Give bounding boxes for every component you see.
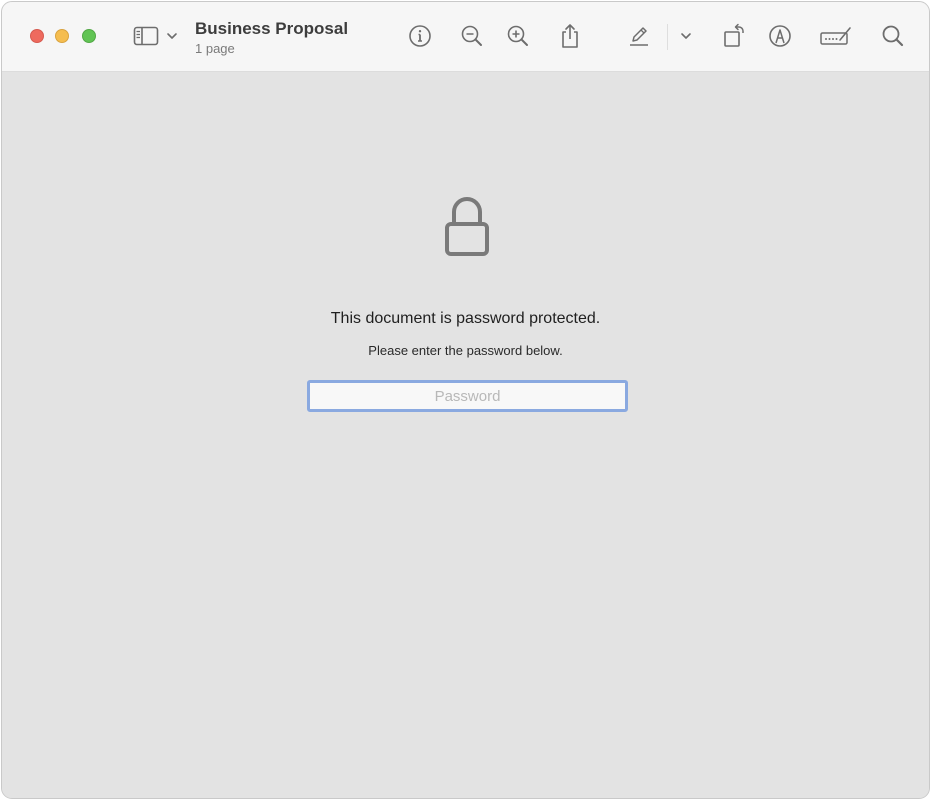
highlight-button[interactable]	[625, 22, 653, 50]
share-icon	[562, 24, 578, 48]
rotate-icon	[724, 23, 744, 47]
info-icon	[409, 25, 431, 47]
highlight-menu-button[interactable]	[674, 22, 698, 50]
password-instruction: Please enter the password below.	[368, 343, 563, 358]
markup-button[interactable]	[766, 22, 794, 50]
password-field[interactable]	[307, 380, 628, 412]
chevron-down-icon	[681, 33, 691, 39]
toolbar: Business Proposal 1 page	[2, 2, 929, 72]
search-icon	[882, 25, 904, 47]
zoom-button[interactable]	[82, 29, 96, 43]
minimize-button[interactable]	[55, 29, 69, 43]
form-fill-button[interactable]	[818, 22, 854, 50]
form-fill-icon	[820, 27, 851, 45]
close-button[interactable]	[30, 29, 44, 43]
rotate-button[interactable]	[720, 22, 748, 50]
preview-window: Business Proposal 1 page This document i…	[1, 1, 930, 799]
sidebar-toggle-icon	[133, 26, 159, 46]
sidebar-toggle-button[interactable]	[132, 22, 160, 50]
markup-icon	[769, 25, 791, 47]
password-protected-heading: This document is password protected.	[330, 310, 601, 327]
chevron-down-icon	[167, 33, 177, 39]
zoom-out-button[interactable]	[458, 22, 486, 50]
info-button[interactable]	[406, 22, 434, 50]
search-button[interactable]	[879, 22, 907, 50]
lock-icon	[445, 197, 489, 256]
window-title: Business Proposal	[195, 19, 349, 38]
zoom-in-button[interactable]	[504, 22, 532, 50]
share-button[interactable]	[556, 22, 584, 50]
zoom-in-icon	[507, 25, 528, 46]
page-count: 1 page	[195, 41, 235, 56]
document-area: This document is password protected. Ple…	[2, 72, 929, 798]
sidebar-menu-button[interactable]	[160, 22, 184, 50]
zoom-out-icon	[461, 25, 482, 46]
highlight-pen-icon	[630, 27, 648, 46]
toolbar-divider	[667, 24, 668, 50]
